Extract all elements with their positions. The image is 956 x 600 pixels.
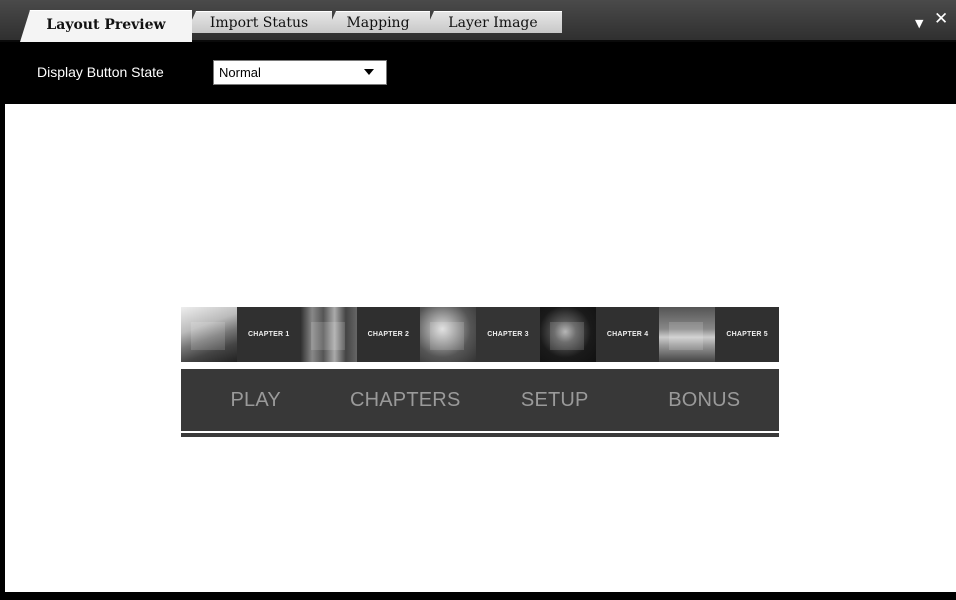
chapter-button-1[interactable]: CHAPTER 1	[181, 307, 301, 362]
menu-divider	[181, 433, 779, 437]
dropdown-arrow-icon[interactable]: ▼	[915, 16, 923, 32]
chapter-label: CHAPTER 1	[237, 307, 301, 362]
toolbar: Display Button State Normal	[5, 42, 956, 104]
main-menu-bar: PLAY CHAPTERS SETUP BONUS	[181, 369, 779, 431]
chapter-button-3[interactable]: CHAPTER 3	[420, 307, 540, 362]
tab-layer-image[interactable]: Layer Image	[424, 11, 562, 33]
chapter-label: CHAPTER 4	[595, 307, 660, 362]
chapter-label: CHAPTER 5	[715, 307, 779, 362]
chapter-thumbnail	[420, 307, 477, 362]
chapter-button-4[interactable]: CHAPTER 4	[539, 307, 660, 362]
play-button[interactable]: PLAY	[181, 389, 331, 412]
display-button-state-select[interactable]: Normal	[213, 60, 387, 85]
bonus-button[interactable]: BONUS	[630, 389, 780, 412]
display-button-state-label: Display Button State	[37, 64, 164, 80]
chapters-button[interactable]: CHAPTERS	[331, 389, 481, 412]
bottom-border	[0, 592, 956, 600]
chapter-thumbnail	[300, 307, 357, 362]
tab-mapping[interactable]: Mapping	[326, 11, 430, 33]
close-icon[interactable]: ✕	[934, 11, 948, 28]
chapter-thumbnail	[539, 307, 596, 362]
chapter-thumbnail	[181, 307, 237, 362]
tab-strip: Layout Preview Import Status Mapping Lay…	[0, 0, 956, 42]
chapter-label: CHAPTER 3	[476, 307, 540, 362]
chapter-label: CHAPTER 2	[356, 307, 421, 362]
chevron-down-icon	[364, 69, 374, 75]
chapter-button-5[interactable]: CHAPTER 5	[659, 307, 779, 362]
tab-import-status[interactable]: Import Status	[186, 11, 332, 33]
dvd-menu-preview: CHAPTER 1 CHAPTER 2 CHAPTER 3 CHAPTER 4 …	[181, 307, 779, 437]
setup-button[interactable]: SETUP	[480, 389, 630, 412]
tab-layout-preview[interactable]: Layout Preview	[20, 10, 192, 42]
chapter-thumbnail	[659, 307, 716, 362]
select-value: Normal	[219, 65, 261, 80]
chapter-button-2[interactable]: CHAPTER 2	[300, 307, 421, 362]
chapter-strip: CHAPTER 1 CHAPTER 2 CHAPTER 3 CHAPTER 4 …	[181, 307, 779, 362]
